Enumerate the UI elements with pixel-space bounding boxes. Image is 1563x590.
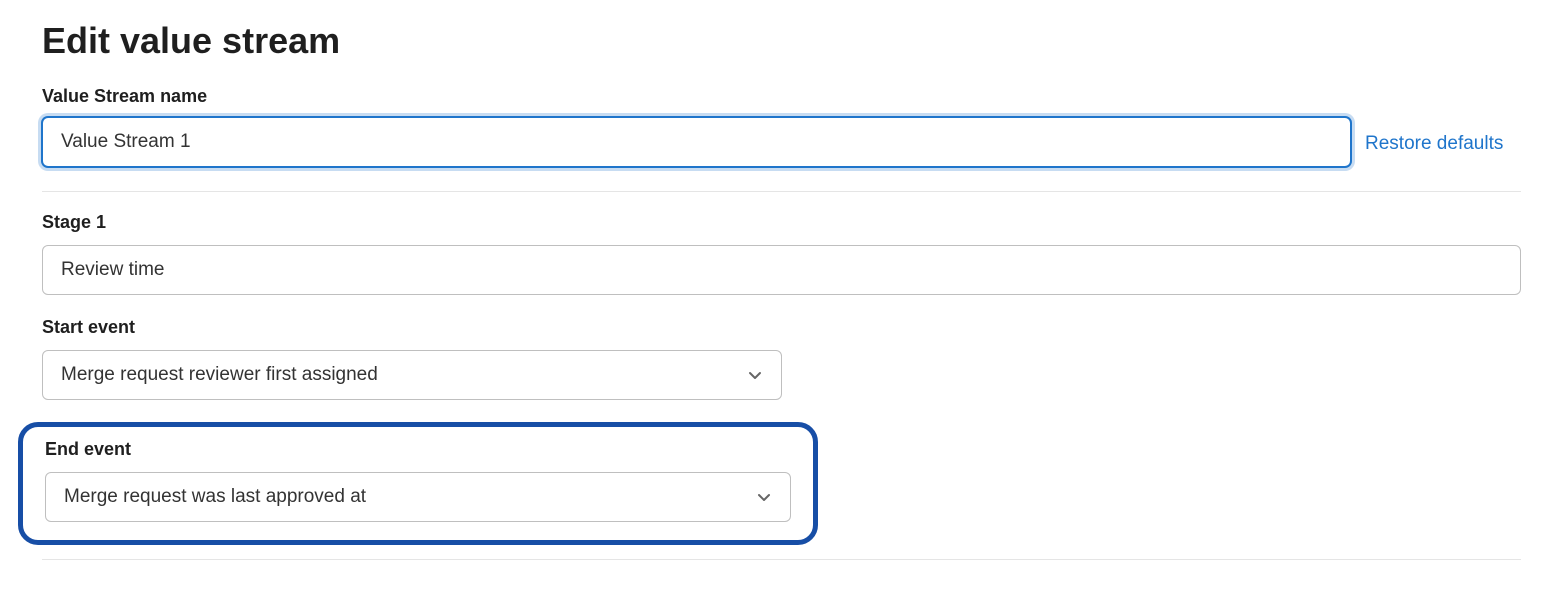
chevron-down-icon bbox=[756, 489, 772, 505]
start-event-label: Start event bbox=[42, 317, 1521, 338]
divider bbox=[42, 559, 1521, 560]
name-field-wrapper: Value Stream name bbox=[42, 86, 1351, 167]
end-event-label: End event bbox=[45, 439, 791, 460]
start-event-block: Start event Merge request reviewer first… bbox=[42, 317, 1521, 400]
end-event-dropdown[interactable]: Merge request was last approved at bbox=[45, 472, 791, 522]
value-stream-name-input[interactable] bbox=[42, 117, 1351, 167]
start-event-dropdown[interactable]: Merge request reviewer first assigned bbox=[42, 350, 782, 400]
stage-label: Stage 1 bbox=[42, 212, 1521, 233]
page-title: Edit value stream bbox=[42, 20, 1521, 62]
value-stream-name-label: Value Stream name bbox=[42, 86, 1351, 107]
divider bbox=[42, 191, 1521, 192]
stage-name-input[interactable] bbox=[42, 245, 1521, 295]
restore-defaults-link[interactable]: Restore defaults bbox=[1365, 133, 1503, 155]
start-event-value: Merge request reviewer first assigned bbox=[61, 364, 747, 386]
chevron-down-icon bbox=[747, 367, 763, 383]
name-row: Value Stream name Restore defaults bbox=[42, 86, 1521, 167]
end-event-value: Merge request was last approved at bbox=[64, 486, 756, 508]
end-event-highlight: End event Merge request was last approve… bbox=[18, 422, 818, 545]
